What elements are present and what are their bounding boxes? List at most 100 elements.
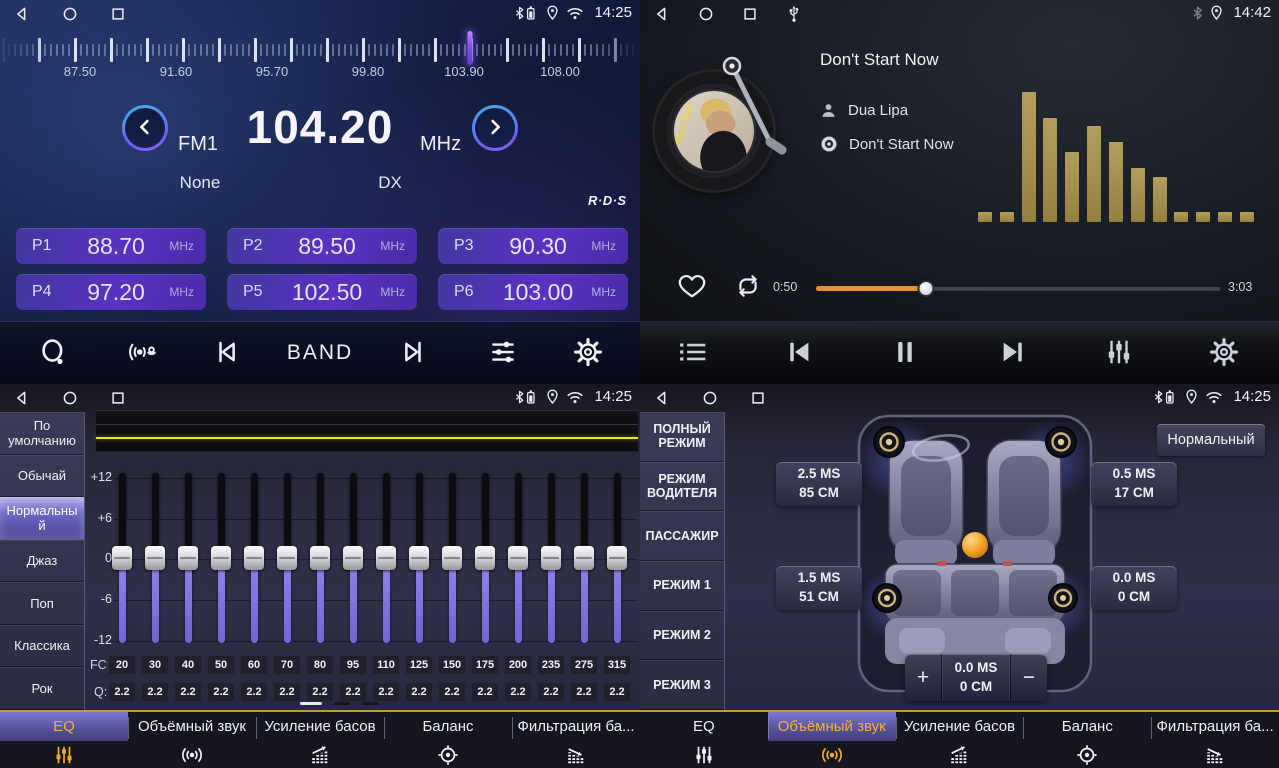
progress-knob[interactable]: [920, 282, 933, 295]
back-icon[interactable]: [652, 4, 672, 24]
recents-icon[interactable]: [108, 4, 128, 24]
q-value-4[interactable]: 2.2: [240, 682, 268, 702]
eq-slider-knob[interactable]: [508, 546, 528, 570]
back-icon[interactable]: [12, 388, 32, 408]
tab-surround-surround[interactable]: Объёмный звук: [768, 712, 896, 768]
progress-bar[interactable]: [816, 283, 1220, 293]
mode-item-0[interactable]: ПОЛНЫЙ РЕЖИМ: [640, 412, 724, 462]
eq-slider-knob[interactable]: [211, 546, 231, 570]
tab-eq-eq[interactable]: EQ: [0, 712, 128, 768]
fc-value-13[interactable]: 235: [537, 655, 565, 675]
decrease-delay-button[interactable]: −: [1011, 654, 1047, 701]
fc-value-12[interactable]: 200: [504, 655, 532, 675]
eq-band-slider-12[interactable]: [508, 473, 528, 643]
home-icon[interactable]: [696, 4, 716, 24]
eq-slider-knob[interactable]: [145, 546, 165, 570]
fc-value-8[interactable]: 110: [372, 655, 400, 675]
preset-button-p4[interactable]: P497.20MHz: [16, 274, 206, 310]
favorite-button[interactable]: [676, 272, 708, 302]
eq-band-slider-4[interactable]: [244, 473, 264, 643]
eq-slider-knob[interactable]: [574, 546, 594, 570]
next-track-button[interactable]: [995, 335, 1031, 371]
q-value-6[interactable]: 2.2: [306, 682, 334, 702]
band-button[interactable]: BAND: [275, 336, 365, 370]
recents-icon[interactable]: [748, 388, 768, 408]
eq-band-slider-14[interactable]: [574, 473, 594, 643]
tab-surround-eq[interactable]: Объёмный звук: [128, 712, 256, 768]
previous-track-button[interactable]: [781, 335, 817, 371]
tab-bass-eq[interactable]: Усиление басов: [256, 712, 384, 768]
fc-value-14[interactable]: 275: [570, 655, 598, 675]
eq-slider-knob[interactable]: [409, 546, 429, 570]
delay-front-right-button[interactable]: 0.5 MS 17 CM: [1091, 462, 1177, 506]
eq-band-slider-7[interactable]: [343, 473, 363, 643]
fc-value-10[interactable]: 150: [438, 655, 466, 675]
settings-button[interactable]: [1206, 335, 1242, 371]
home-icon[interactable]: [60, 388, 80, 408]
q-value-5[interactable]: 2.2: [273, 682, 301, 702]
repeat-button[interactable]: [732, 272, 764, 302]
q-value-14[interactable]: 2.2: [570, 682, 598, 702]
prev-station-button[interactable]: [210, 335, 246, 371]
preset-button-p1[interactable]: P188.70MHz: [16, 228, 206, 264]
eq-slider-knob[interactable]: [277, 546, 297, 570]
fc-value-4[interactable]: 60: [240, 655, 268, 675]
delay-rear-right-button[interactable]: 0.0 MS 0 CM: [1091, 566, 1177, 610]
eq-slider-knob[interactable]: [607, 546, 627, 570]
eq-band-slider-11[interactable]: [475, 473, 495, 643]
fc-value-3[interactable]: 50: [207, 655, 235, 675]
eq-slider-knob[interactable]: [112, 546, 132, 570]
mode-item-5[interactable]: РЕЖИМ 3: [640, 660, 724, 710]
q-value-8[interactable]: 2.2: [372, 682, 400, 702]
fc-value-5[interactable]: 70: [273, 655, 301, 675]
surround-preset-button[interactable]: Нормальный: [1157, 424, 1265, 456]
preset-button-p3[interactable]: P390.30MHz: [438, 228, 628, 264]
fc-value-9[interactable]: 125: [405, 655, 433, 675]
mode-item-4[interactable]: РЕЖИМ 2: [640, 611, 724, 661]
fc-value-0[interactable]: 20: [108, 655, 136, 675]
eq-band-slider-1[interactable]: [145, 473, 165, 643]
eq-button[interactable]: [1101, 335, 1137, 371]
eq-band-slider-5[interactable]: [277, 473, 297, 643]
eq-band-slider-10[interactable]: [442, 473, 462, 643]
fc-value-6[interactable]: 80: [306, 655, 334, 675]
q-value-10[interactable]: 2.2: [438, 682, 466, 702]
increase-delay-button[interactable]: +: [905, 654, 941, 701]
audio-settings-button[interactable]: [485, 335, 521, 371]
fc-value-2[interactable]: 40: [174, 655, 202, 675]
tab-bass-surround[interactable]: Усиление басов: [896, 712, 1024, 768]
eq-slider-knob[interactable]: [244, 546, 264, 570]
fc-value-11[interactable]: 175: [471, 655, 499, 675]
tune-down-button[interactable]: [122, 105, 168, 151]
dial-pointer[interactable]: [467, 31, 472, 65]
preset-button-p6[interactable]: P6103.00MHz: [438, 274, 628, 310]
next-station-button[interactable]: [394, 335, 430, 371]
recents-icon[interactable]: [740, 4, 760, 24]
tab-balance-surround[interactable]: Баланс: [1023, 712, 1151, 768]
delay-rear-left-button[interactable]: 1.5 MS 51 CM: [776, 566, 862, 610]
settings-button[interactable]: [570, 335, 606, 371]
q-value-0[interactable]: 2.2: [108, 682, 136, 702]
q-value-13[interactable]: 2.2: [537, 682, 565, 702]
q-value-15[interactable]: 2.2: [603, 682, 631, 702]
home-icon[interactable]: [700, 388, 720, 408]
q-value-11[interactable]: 2.2: [471, 682, 499, 702]
fc-value-1[interactable]: 30: [141, 655, 169, 675]
q-value-12[interactable]: 2.2: [504, 682, 532, 702]
eq-slider-knob[interactable]: [343, 546, 363, 570]
mode-item-3[interactable]: РЕЖИМ 1: [640, 561, 724, 611]
scan-button[interactable]: [35, 335, 71, 371]
eq-band-slider-3[interactable]: [211, 473, 231, 643]
eq-slider-knob[interactable]: [541, 546, 561, 570]
q-value-3[interactable]: 2.2: [207, 682, 235, 702]
q-value-2[interactable]: 2.2: [174, 682, 202, 702]
home-icon[interactable]: [60, 4, 80, 24]
radio-dial[interactable]: 87.5091.6095.7099.80103.90108.00: [0, 32, 640, 84]
back-icon[interactable]: [12, 4, 32, 24]
eq-slider-knob[interactable]: [475, 546, 495, 570]
eq-band-slider-6[interactable]: [310, 473, 330, 643]
tab-balance-eq[interactable]: Баланс: [384, 712, 512, 768]
fc-value-7[interactable]: 95: [339, 655, 367, 675]
preset-button-p5[interactable]: P5102.50MHz: [227, 274, 417, 310]
delay-front-left-button[interactable]: 2.5 MS 85 CM: [776, 462, 862, 506]
